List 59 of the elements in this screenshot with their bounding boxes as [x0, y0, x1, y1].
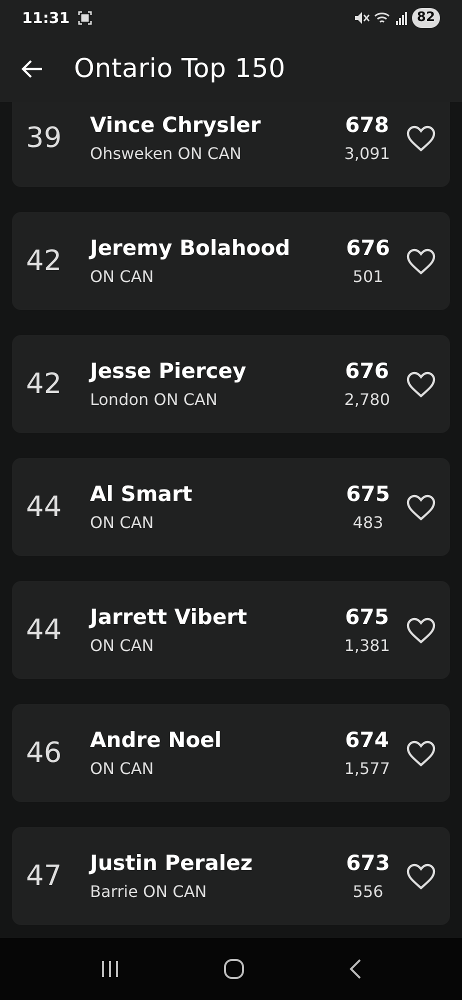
player-name: Justin Peralez: [90, 850, 254, 878]
player-card[interactable]: 42 Jeremy Bolahood ON CAN 676 501: [12, 212, 450, 310]
heart-icon[interactable]: [406, 370, 436, 398]
player-location: London ON CAN: [90, 388, 218, 411]
player-rating: 674: [345, 727, 390, 754]
screen-record-icon: [78, 11, 92, 25]
player-location: ON CAN: [90, 266, 155, 288]
player-location: ON CAN: [90, 512, 155, 534]
player-name: Al Smart: [90, 481, 194, 508]
player-rank: 44: [26, 612, 63, 648]
player-rating: 675: [346, 481, 390, 508]
player-card[interactable]: 46 Andre Noel ON CAN 674 1,577: [12, 704, 450, 802]
player-rank: 47: [26, 858, 63, 894]
player-card[interactable]: 42 Jesse Piercey London ON CAN 676 2,780: [12, 335, 450, 433]
player-card[interactable]: 39 Vince Chrysler Ohsweken ON CAN 678 3,091: [12, 102, 450, 187]
player-name: Jeremy Bolahood: [90, 235, 292, 262]
heart-icon[interactable]: [406, 248, 436, 274]
player-points: 1,577: [344, 758, 390, 780]
player-card[interactable]: 44 Jarrett Vibert ON CAN 675 1,381: [12, 581, 450, 679]
player-location: ON CAN: [90, 634, 155, 657]
player-points: 483: [352, 512, 384, 534]
player-rank: 46: [26, 735, 63, 771]
player-rating: 673: [346, 850, 390, 878]
player-rank: 44: [26, 489, 63, 525]
player-card[interactable]: 44 Al Smart ON CAN 675 483: [12, 458, 450, 556]
player-rank: 42: [26, 243, 63, 279]
wifi-icon: [374, 11, 392, 25]
signal-icon: [396, 11, 408, 25]
home-icon[interactable]: [222, 958, 245, 980]
heart-icon[interactable]: [406, 862, 436, 890]
player-name: Jesse Piercey: [90, 358, 248, 386]
player-points: 501: [352, 266, 384, 288]
player-card[interactable]: 47 Justin Peralez Barrie ON CAN 673 556: [12, 827, 450, 925]
player-name: Jarrett Vibert: [90, 604, 248, 632]
back-icon[interactable]: [348, 958, 362, 980]
battery-level: 82: [412, 8, 440, 28]
player-rating: 678: [345, 112, 390, 140]
status-time: 11:31: [22, 8, 70, 29]
player-location: ON CAN: [90, 758, 155, 780]
player-rank: 42: [26, 366, 63, 402]
player-location: Ohsweken ON CAN: [90, 142, 242, 165]
player-rating: 675: [345, 604, 390, 632]
player-rank: 39: [26, 120, 63, 156]
player-points: 2,780: [344, 388, 390, 411]
player-name: Vince Chrysler: [90, 112, 262, 140]
mute-icon: [354, 11, 370, 25]
player-points: 1,381: [344, 634, 390, 657]
player-rating: 676: [345, 358, 390, 386]
player-rating: 676: [346, 235, 390, 262]
page-title: Ontario Top 150: [74, 52, 286, 86]
player-points: 556: [352, 880, 384, 903]
heart-icon[interactable]: [406, 124, 436, 152]
heart-icon[interactable]: [406, 494, 436, 520]
heart-icon[interactable]: [406, 740, 436, 766]
player-location: Barrie ON CAN: [90, 880, 208, 903]
player-name: Andre Noel: [90, 727, 223, 754]
player-points: 3,091: [344, 142, 390, 165]
heart-icon[interactable]: [406, 616, 436, 644]
recent-apps-icon[interactable]: [100, 960, 120, 978]
